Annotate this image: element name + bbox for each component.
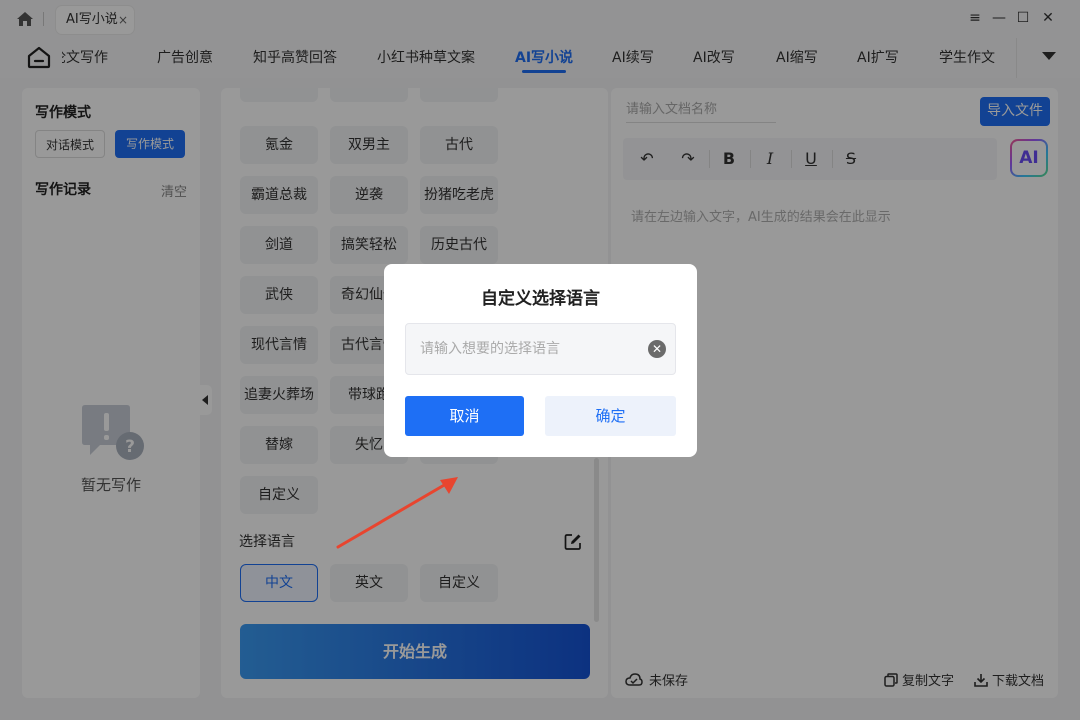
cancel-button[interactable]: 取消 <box>405 396 524 436</box>
clear-input-icon[interactable]: ✕ <box>648 340 666 358</box>
custom-language-input[interactable] <box>405 323 676 375</box>
confirm-button[interactable]: 确定 <box>545 396 676 436</box>
custom-language-dialog: 自定义选择语言 ✕ 取消 确定 <box>384 264 697 457</box>
dialog-title: 自定义选择语言 <box>481 289 600 309</box>
